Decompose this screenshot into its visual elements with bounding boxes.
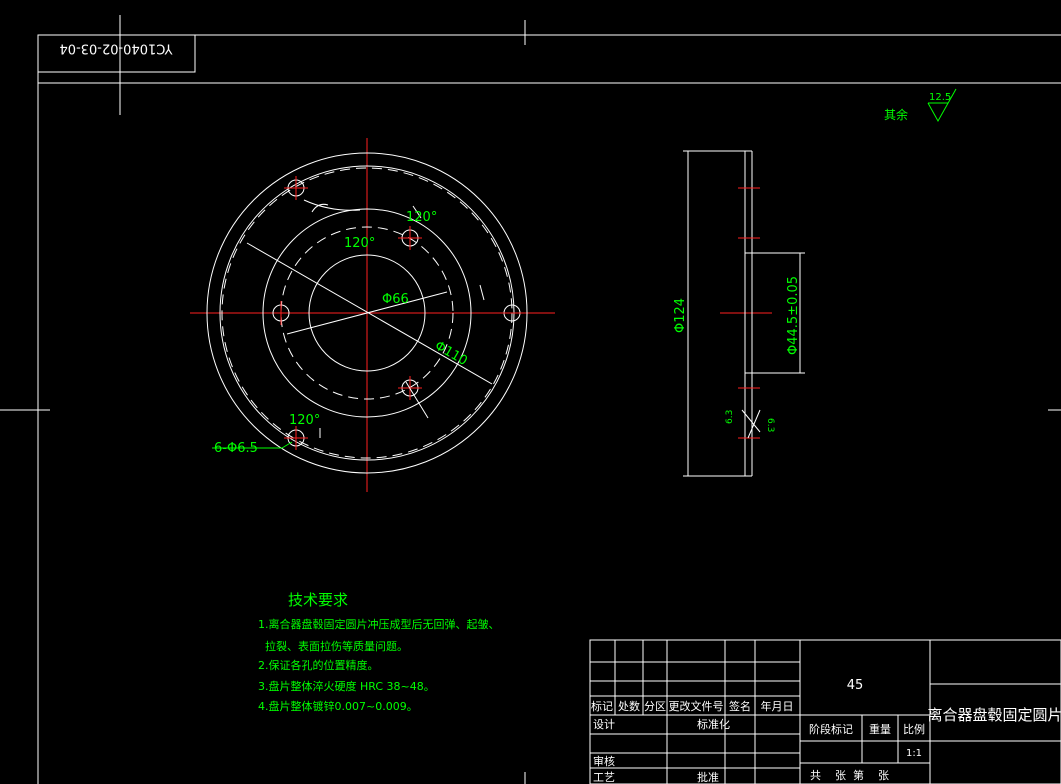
roughness-label: 其余 (884, 107, 908, 122)
label-approve: 批准 (697, 770, 719, 784)
header-date: 年月日 (761, 699, 794, 713)
title-block: 45 离合器盘毂固定圆片 标记 处数 分区 更改文件号 签名 年月日 设计 标准… (589, 639, 1061, 784)
tech-line-3: 2.保证各孔的位置精度。 (258, 658, 379, 672)
section-view: Φ124 Φ44.5±0.05 6.3 6.3 (673, 150, 805, 477)
label-review: 审核 (593, 754, 615, 768)
tech-line-4: 3.盘片整体淬火硬度 HRC 38~48。 (258, 679, 435, 693)
drawing-number: YC1040-02-03-04 (59, 41, 173, 56)
sheets: 共 张 第 张 (810, 768, 889, 782)
technical-requirements: 技术要求 1.离合器盘毂固定圆片冲压成型后无回弹、起皱、 拉裂、表面拉伤等质量问… (258, 591, 500, 713)
front-view: 120° 120° 120° Φ66 Φ110 6-Φ6.5 (190, 138, 555, 492)
roughness-side-right: 6.3 (765, 418, 775, 432)
dim-holes: 6-Φ6.5 (214, 441, 258, 456)
roughness-symbol: 其余 12.5 (884, 88, 957, 123)
label-process: 工艺 (593, 771, 615, 784)
tech-line-1: 1.离合器盘毂固定圆片冲压成型后无回弹、起皱、 (258, 617, 500, 631)
tech-title: 技术要求 (288, 591, 348, 609)
tech-line-5: 4.盘片整体镀锌0.007~0.009。 (258, 699, 418, 713)
roughness-value: 12.5 (929, 92, 951, 103)
header-mark: 标记 (591, 699, 613, 713)
roughness-side-left: 6.3 (725, 410, 735, 424)
drawing-number-box: YC1040-02-03-04 (37, 34, 196, 73)
dim-d124: Φ124 (673, 298, 688, 333)
label-stage-mark: 阶段标记 (809, 722, 853, 736)
dim-d66: Φ66 (382, 292, 409, 307)
label-design: 设计 (593, 718, 615, 731)
label-weight: 重量 (869, 722, 891, 736)
label-scale: 比例 (903, 722, 925, 736)
dim-d44: Φ44.5±0.05 (786, 276, 801, 355)
tech-line-2: 拉裂、表面拉伤等质量问题。 (258, 639, 408, 653)
cad-drawing: YC1040-02-03-04 其余 12.5 120° 120° 120° Φ… (0, 15, 1061, 784)
scale-value: 1:1 (906, 748, 922, 759)
header-change-doc: 更改文件号 (669, 699, 724, 713)
header-zone: 分区 (644, 700, 666, 713)
label-standardize: 标准化 (697, 717, 730, 731)
dim-angle-top: 120° (406, 210, 437, 225)
header-count: 处数 (618, 700, 640, 713)
dim-angle-mid: 120° (344, 236, 375, 251)
drawing-frame (0, 15, 1061, 784)
part-name: 离合器盘毂固定圆片 (927, 706, 1061, 724)
dim-d110: Φ110 (432, 338, 470, 369)
header-signature: 签名 (729, 699, 751, 713)
dim-angle-bottom: 120° (289, 413, 320, 428)
material: 45 (847, 678, 864, 693)
